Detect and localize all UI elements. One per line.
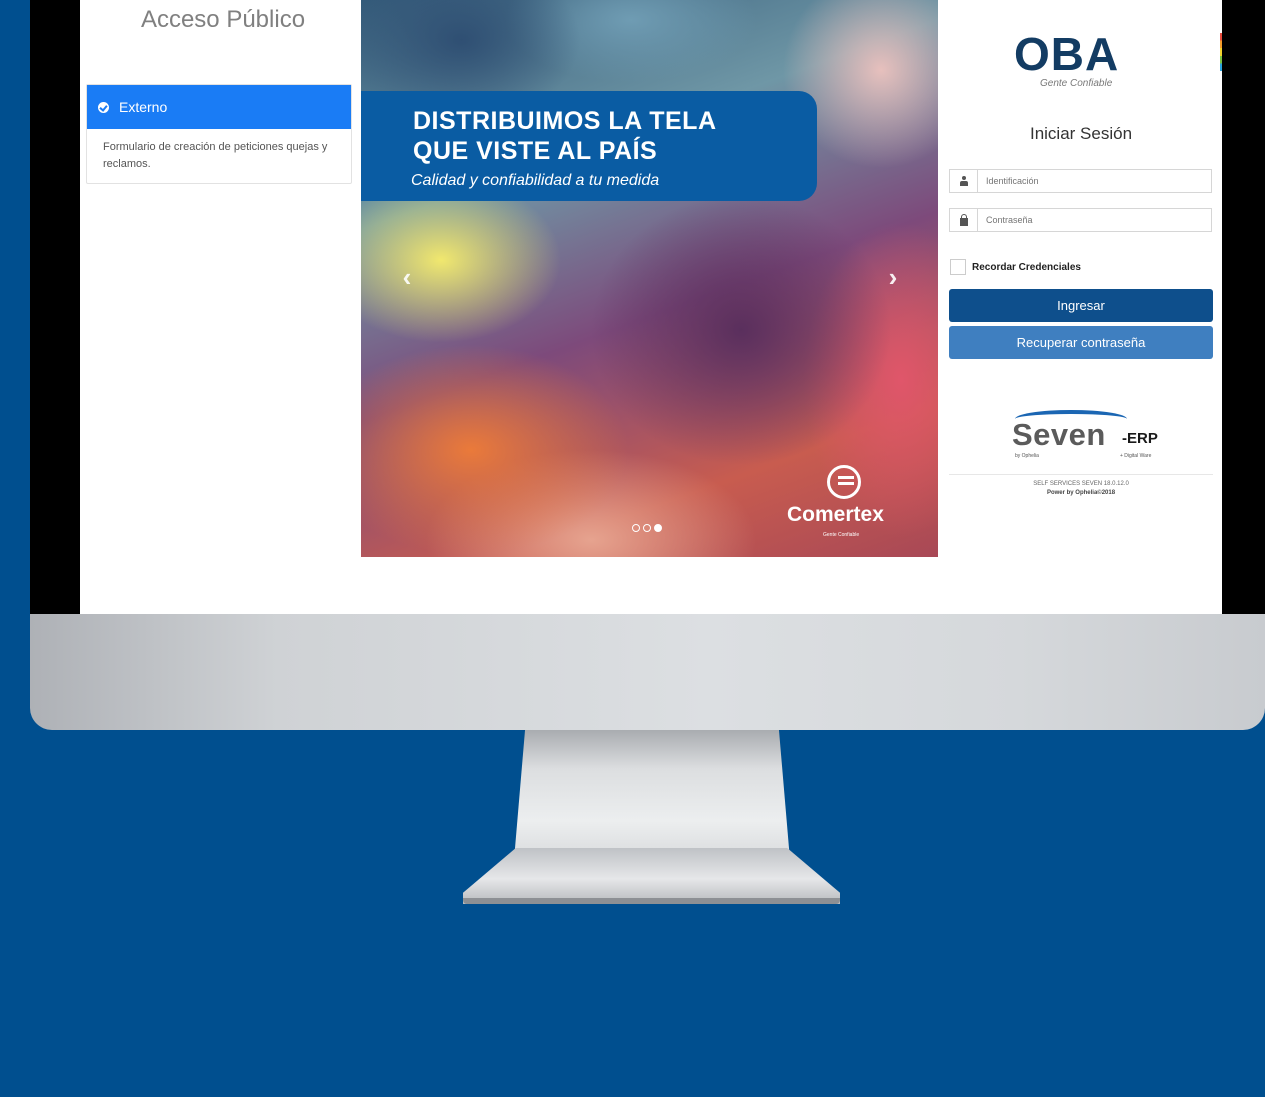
comertex-brand-sub: Gente Confiable <box>823 532 860 538</box>
panel-header-label: Externo <box>119 99 168 115</box>
monitor-stand-foot <box>463 848 840 904</box>
monitor-chin <box>30 614 1265 730</box>
identification-input[interactable] <box>978 170 1211 192</box>
pqr-form-link[interactable]: Formulario de creación de peticiones que… <box>87 129 351 183</box>
banner-headline-2: QUE VISTE AL PAÍS <box>413 137 658 165</box>
oba-logo: OBA <box>1014 28 1120 80</box>
password-input[interactable] <box>978 209 1211 231</box>
oba-tagline: Gente Confiable <box>1040 78 1113 89</box>
check-circle-icon <box>98 101 109 113</box>
banner-headline-1: DISTRIBUIMOS LA TELA <box>413 107 717 135</box>
login-title: Iniciar Sesión <box>1029 124 1133 143</box>
login-button[interactable]: Ingresar <box>949 289 1213 322</box>
seven-erp-logo: Seven <box>1012 417 1106 452</box>
panel-header[interactable]: Externo <box>87 85 351 129</box>
identification-field[interactable] <box>949 169 1212 193</box>
banner-tagline: Calidad y confiabilidad a tu medida <box>411 172 660 189</box>
carousel-next-arrow-icon[interactable]: › <box>883 262 903 292</box>
seven-erp-suffix: -ERP <box>1122 430 1158 447</box>
lock-icon <box>959 213 968 226</box>
remember-credentials[interactable]: Recordar Credenciales <box>950 259 1081 275</box>
recover-password-button[interactable]: Recuperar contraseña <box>949 326 1213 359</box>
login-divider <box>949 474 1213 475</box>
seven-byline-left: by Ophelia <box>1015 453 1039 459</box>
external-panel[interactable]: Externo Formulario de creación de petici… <box>86 84 352 184</box>
carousel-dot-2[interactable] <box>643 524 651 532</box>
power-by-footer: Power by Ophelia©2018 <box>1046 490 1116 496</box>
carousel-prev-arrow-icon[interactable]: ‹ <box>397 262 417 292</box>
monitor-stand-base <box>463 898 840 904</box>
remember-checkbox[interactable] <box>950 259 966 275</box>
version-footer: SELF SERVICES SEVEN 18.0.12.0 <box>1033 481 1129 487</box>
remember-label: Recordar Credenciales <box>972 261 1081 273</box>
monitor-screen: Acceso Público Externo Formulario de cre… <box>80 0 1222 614</box>
carousel-dot-1[interactable] <box>632 524 640 532</box>
public-access-title: Acceso Público <box>140 6 306 33</box>
carousel-banner: DISTRIBUIMOS LA TELA QUE VISTE AL PAÍS C… <box>361 91 817 201</box>
carousel-dot-3[interactable] <box>654 524 662 532</box>
comertex-logo-icon <box>827 465 861 499</box>
lock-icon-addon <box>950 209 978 231</box>
carousel-indicators <box>632 524 662 532</box>
seven-byline-right: + Digital Ware <box>1120 453 1152 459</box>
promo-carousel: DISTRIBUIMOS LA TELA QUE VISTE AL PAÍS C… <box>361 0 938 557</box>
user-icon <box>959 176 968 186</box>
oba-logo-bars <box>1220 33 1222 71</box>
user-icon-addon <box>950 170 978 192</box>
monitor-stand-neck <box>514 730 790 860</box>
password-field[interactable] <box>949 208 1212 232</box>
comertex-brand-name: Comertex <box>787 503 884 526</box>
